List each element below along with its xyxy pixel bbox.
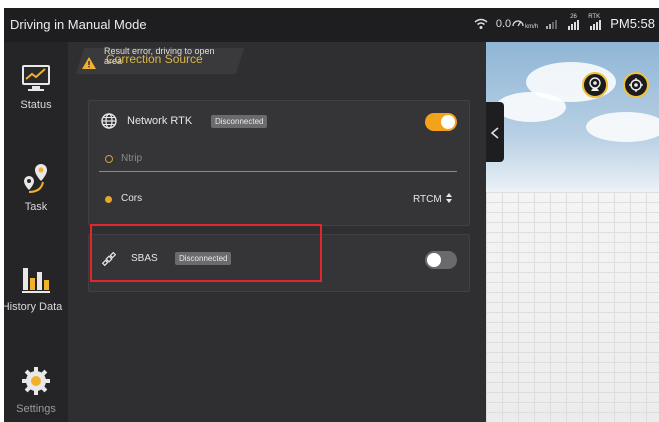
crosshair-icon — [629, 78, 643, 97]
ntrip-radio[interactable] — [105, 155, 113, 163]
bar-chart-icon — [4, 264, 68, 297]
warning-toast: Result error, driving to open area — [104, 46, 215, 66]
speed-readout: 0.0 km/h — [495, 17, 539, 30]
sidebar: Status Task History Data Settings — [4, 42, 68, 422]
ntrip-option-label[interactable]: Ntrip — [121, 153, 142, 164]
speedometer-icon — [512, 17, 524, 30]
cors-option-label[interactable]: Cors — [121, 193, 142, 204]
sidebar-item-status[interactable]: Status — [4, 64, 68, 111]
sidebar-item-label: Settings — [16, 403, 56, 415]
device-frame: Driving in Manual Mode 0.0 km/h 26 RTK P… — [0, 0, 659, 422]
cors-radio[interactable] — [105, 196, 112, 203]
sbas-highlight-box — [90, 224, 322, 282]
chevron-left-icon — [490, 126, 500, 144]
sidebar-item-history-data[interactable]: History Data — [4, 264, 68, 313]
collapse-panel-button[interactable] — [486, 102, 504, 162]
sbas-toggle[interactable] — [425, 251, 457, 269]
toggle-knob — [427, 253, 441, 267]
network-rtk-label: Network RTK — [127, 115, 193, 127]
cloud — [586, 112, 659, 142]
option-divider — [99, 171, 457, 172]
status-indicators: 0.0 km/h 26 RTK PM5:58 — [474, 14, 655, 31]
rtk-signal-icon: RTK — [588, 14, 602, 30]
globe-icon — [101, 113, 117, 134]
sort-arrows-icon — [445, 193, 452, 206]
sidebar-item-label: History Data — [4, 301, 63, 313]
warning-icon — [82, 56, 96, 74]
satellite-count: 26 — [570, 13, 577, 20]
sidebar-item-task[interactable]: Task — [4, 162, 68, 213]
route-pin-icon — [4, 162, 68, 197]
clock: PM5:58 — [610, 16, 655, 31]
locate-button[interactable] — [623, 72, 649, 98]
cellular-signal-icon — [546, 19, 558, 29]
ground-grid — [486, 192, 659, 422]
satellite-signal-icon: 26 — [566, 14, 580, 30]
webcam-icon — [588, 77, 602, 98]
app-screen: Driving in Manual Mode 0.0 km/h 26 RTK P… — [4, 8, 659, 422]
speed-unit: km/h — [525, 24, 539, 30]
toggle-knob — [441, 115, 455, 129]
cloud — [496, 92, 566, 122]
wifi-icon — [474, 18, 488, 30]
gear-icon — [4, 366, 68, 399]
network-rtk-status-badge: Disconnected — [211, 115, 268, 128]
network-rtk-card: Network RTK Disconnected Ntrip Cors RTCM — [88, 100, 470, 226]
map-3d-view[interactable] — [486, 42, 659, 422]
mode-title: Driving in Manual Mode — [10, 17, 147, 32]
network-rtk-toggle[interactable] — [425, 113, 457, 131]
monitor-chart-icon — [4, 64, 68, 95]
sidebar-item-label: Status — [20, 99, 52, 111]
sidebar-item-settings[interactable]: Settings — [4, 366, 68, 415]
rtk-label: RTK — [588, 13, 601, 20]
camera-button[interactable] — [582, 72, 608, 98]
format-value: RTCM — [413, 194, 442, 205]
status-bar: Driving in Manual Mode 0.0 km/h 26 RTK P… — [4, 8, 659, 42]
format-select[interactable]: RTCM — [413, 193, 452, 206]
sidebar-item-label: Task — [24, 201, 48, 213]
